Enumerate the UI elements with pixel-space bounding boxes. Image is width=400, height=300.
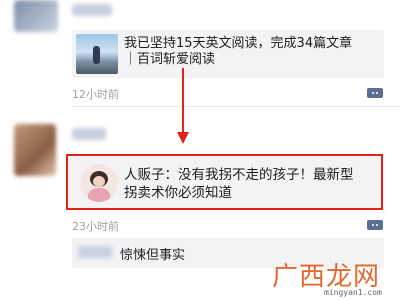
- post-time: 23小时前: [72, 220, 119, 233]
- article-title-line1: 人贩子：没有我拐不走的孩子！最新型: [124, 167, 354, 183]
- article-title-line2: 拐卖术你必须知道: [124, 185, 232, 201]
- article-title-line2: ｜百词斩爱阅读: [124, 52, 216, 67]
- article-thumbnail: [76, 34, 118, 74]
- username[interactable]: [72, 4, 112, 16]
- avatar[interactable]: [14, 0, 58, 32]
- more-options-button[interactable]: [367, 88, 383, 98]
- post-time: 12小时前: [72, 88, 119, 101]
- arrow-shaft: [182, 68, 184, 134]
- watermark-url: mingyan1.com: [324, 288, 382, 297]
- avatar[interactable]: [14, 124, 56, 176]
- comment-text: 惊悚但事实: [120, 248, 186, 263]
- more-options-button[interactable]: [367, 220, 383, 230]
- commenter-name[interactable]: [78, 246, 112, 258]
- arrow-head-icon: [177, 132, 189, 144]
- username[interactable]: [72, 128, 106, 140]
- article-thumbnail: [80, 164, 118, 202]
- divider: [72, 106, 400, 107]
